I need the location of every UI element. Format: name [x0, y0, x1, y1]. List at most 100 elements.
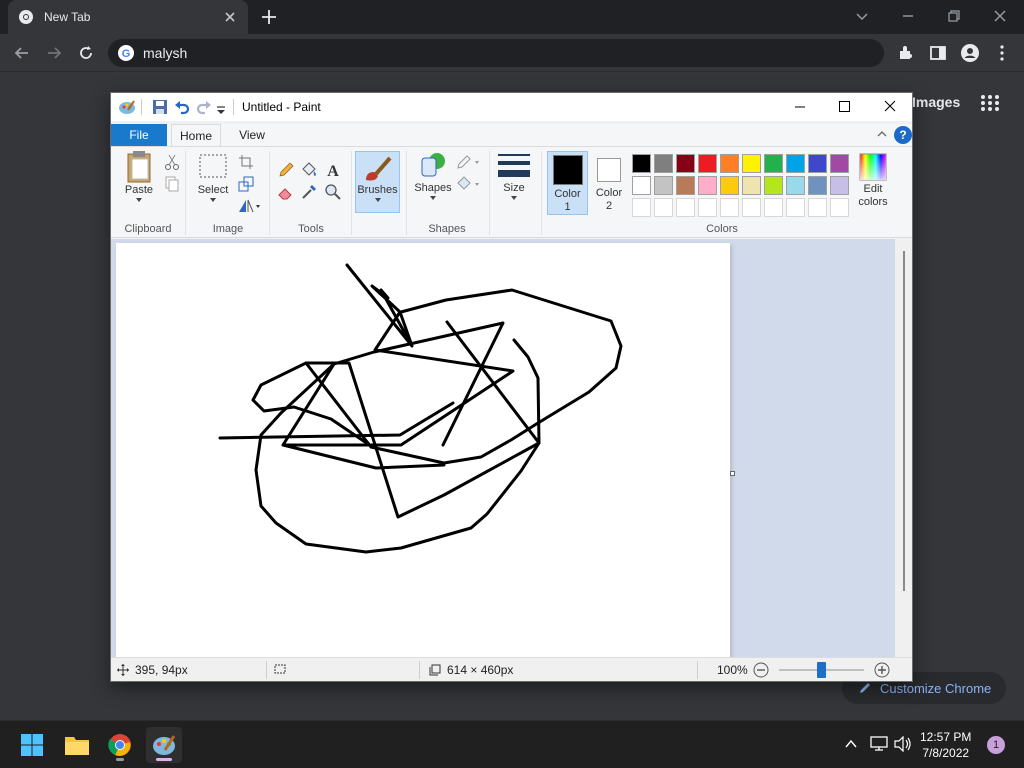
palette-swatch[interactable] — [786, 176, 805, 195]
paint-maximize-icon[interactable] — [833, 97, 855, 117]
google-apps-icon[interactable] — [980, 94, 1000, 112]
paint-app-icon[interactable] — [118, 98, 136, 116]
scrollbar-thumb[interactable] — [903, 251, 905, 591]
new-tab-icon[interactable] — [260, 8, 278, 26]
paint-close-icon[interactable] — [879, 97, 901, 117]
resize-icon[interactable] — [237, 175, 255, 193]
paint-minimize-icon[interactable] — [789, 97, 811, 117]
palette-swatch[interactable] — [654, 198, 673, 217]
pencil-tool-icon[interactable] — [277, 161, 295, 179]
palette-swatch[interactable] — [742, 198, 761, 217]
palette-swatch[interactable] — [764, 198, 783, 217]
file-menu-button[interactable]: File — [111, 124, 167, 146]
undo-icon[interactable] — [173, 98, 191, 116]
vertical-scrollbar[interactable] — [895, 239, 912, 657]
crop-icon[interactable] — [237, 153, 255, 171]
fill-tool-icon[interactable] — [300, 161, 318, 179]
address-bar[interactable]: G malysh — [108, 39, 884, 67]
profile-icon[interactable] — [960, 43, 980, 63]
restore-icon[interactable] — [944, 6, 964, 26]
network-icon[interactable] — [870, 736, 888, 752]
palette-swatch[interactable] — [808, 176, 827, 195]
palette-swatch[interactable] — [764, 176, 783, 195]
volume-icon[interactable] — [894, 736, 912, 752]
tab-view[interactable]: View — [229, 124, 275, 146]
palette-swatch[interactable] — [698, 154, 717, 173]
back-icon[interactable] — [12, 43, 32, 63]
rotate-icon[interactable] — [237, 197, 261, 215]
tab-home[interactable]: Home — [171, 124, 221, 146]
save-icon[interactable] — [151, 98, 169, 116]
palette-swatch[interactable] — [720, 154, 739, 173]
drawing-canvas[interactable] — [116, 243, 730, 657]
palette-swatch[interactable] — [808, 154, 827, 173]
eraser-tool-icon[interactable] — [277, 183, 295, 201]
canvas-resize-handle[interactable] — [730, 471, 735, 476]
close-tab-icon[interactable] — [222, 9, 238, 25]
palette-swatch[interactable] — [830, 176, 849, 195]
menu-icon[interactable] — [992, 43, 1012, 63]
palette-swatch[interactable] — [698, 176, 717, 195]
palette-swatch[interactable] — [808, 198, 827, 217]
palette-swatch[interactable] — [676, 154, 695, 173]
chrome-taskbar-button[interactable] — [102, 727, 138, 763]
palette-swatch[interactable] — [720, 176, 739, 195]
shapes-button[interactable]: Shapes — [413, 150, 453, 201]
palette-swatch[interactable] — [676, 198, 695, 217]
palette-swatch[interactable] — [742, 176, 761, 195]
palette-swatch[interactable] — [742, 154, 761, 173]
palette-swatch[interactable] — [786, 154, 805, 173]
cut-icon[interactable] — [163, 153, 181, 171]
customize-quick-access-icon[interactable] — [215, 98, 227, 116]
palette-swatch[interactable] — [676, 176, 695, 195]
palette-swatch[interactable] — [764, 154, 783, 173]
side-panel-icon[interactable] — [928, 43, 948, 63]
minimize-icon[interactable] — [898, 6, 918, 26]
redo-icon[interactable] — [195, 98, 213, 116]
palette-swatch[interactable] — [632, 176, 651, 195]
magnifier-icon[interactable] — [324, 183, 342, 201]
zoom-out-icon[interactable] — [753, 662, 769, 678]
text-tool-icon[interactable]: A — [324, 161, 342, 179]
palette-swatch[interactable] — [632, 198, 651, 217]
palette-swatch[interactable] — [830, 154, 849, 173]
ntp-images-link[interactable]: Images — [912, 94, 960, 110]
palette-swatch[interactable] — [654, 176, 673, 195]
copy-icon[interactable] — [163, 175, 181, 193]
reload-icon[interactable] — [76, 43, 96, 63]
brushes-button[interactable]: Brushes — [355, 151, 400, 213]
zoom-slider-thumb[interactable] — [817, 662, 826, 678]
notification-badge[interactable]: 1 — [987, 736, 1005, 754]
shape-fill-icon[interactable] — [455, 175, 481, 193]
system-clock[interactable]: 12:57 PM 7/8/2022 — [920, 729, 971, 761]
extensions-icon[interactable] — [896, 43, 916, 63]
color1-button[interactable]: Color 1 — [547, 151, 588, 215]
chrome-toolbar: G malysh — [0, 34, 1024, 72]
tab-new-tab[interactable]: New Tab — [8, 0, 248, 34]
size-button[interactable]: Size — [495, 150, 533, 201]
tab-search-icon[interactable] — [852, 6, 872, 26]
show-hidden-icons-icon[interactable] — [844, 737, 858, 751]
edit-colors-button[interactable]: Edit colors — [855, 153, 891, 209]
paint-taskbar-button[interactable] — [146, 727, 182, 763]
start-button[interactable] — [14, 727, 50, 763]
file-explorer-button[interactable] — [59, 727, 95, 763]
minimize-ribbon-icon[interactable] — [876, 128, 888, 140]
palette-swatch[interactable] — [720, 198, 739, 217]
paste-button[interactable]: Paste — [119, 150, 159, 203]
palette-swatch[interactable] — [654, 154, 673, 173]
zoom-in-icon[interactable] — [874, 662, 890, 678]
palette-swatch[interactable] — [698, 198, 717, 217]
palette-swatch[interactable] — [830, 198, 849, 217]
color-picker-icon[interactable] — [300, 183, 318, 201]
running-indicator — [116, 758, 124, 761]
select-button[interactable]: Select — [193, 150, 233, 203]
brush-icon — [365, 156, 392, 181]
palette-swatch[interactable] — [632, 154, 651, 173]
color2-button[interactable]: Color 2 — [591, 151, 627, 213]
outline-icon[interactable] — [455, 153, 481, 171]
forward-icon[interactable] — [44, 43, 64, 63]
palette-swatch[interactable] — [786, 198, 805, 217]
close-window-icon[interactable] — [990, 6, 1010, 26]
help-button[interactable]: ? — [894, 126, 912, 144]
